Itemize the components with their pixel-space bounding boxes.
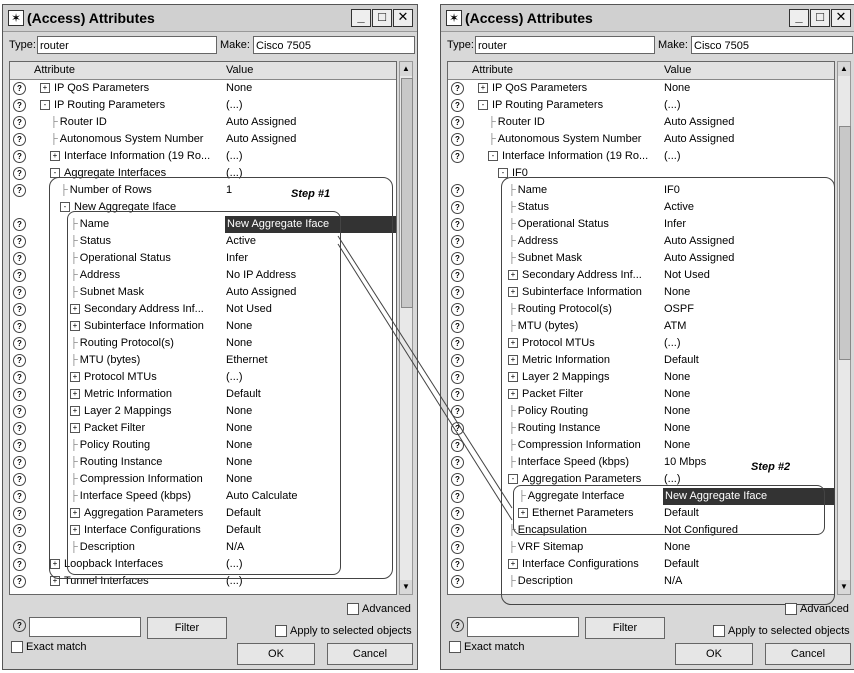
connector-line-top xyxy=(337,235,513,509)
connector-line-bottom xyxy=(337,243,513,521)
step-connector-lines xyxy=(337,235,513,521)
